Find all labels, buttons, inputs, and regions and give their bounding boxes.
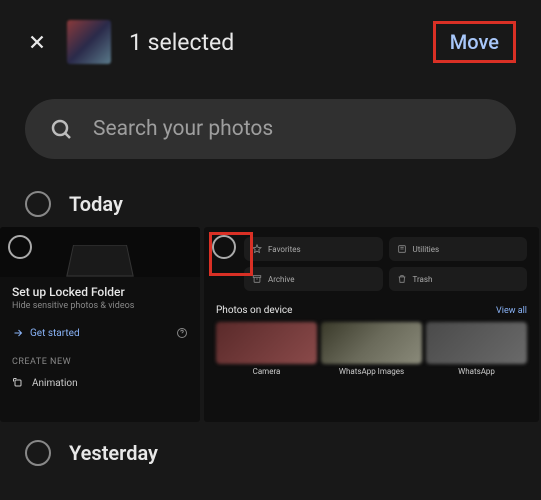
card-subtitle: Hide sensitive photos & videos	[0, 301, 200, 321]
chip-archive: Archive	[244, 267, 383, 291]
select-circle-icon[interactable]	[8, 235, 32, 259]
move-button[interactable]: Move	[433, 21, 516, 63]
search-bar[interactable]: Search your photos	[25, 99, 516, 159]
search-icon	[49, 117, 73, 141]
album-thumbnail	[426, 322, 527, 364]
animation-icon	[12, 377, 24, 389]
top-bar: 1 selected Move	[0, 0, 541, 79]
chip-utilities: Utilities	[389, 237, 528, 261]
close-icon	[26, 31, 48, 53]
select-circle-icon[interactable]	[212, 235, 236, 259]
device-album-whatsapp-images: WhatsApp Images	[321, 322, 422, 376]
photo-item-2[interactable]: Favorites Utilities Archive Trash Photos…	[204, 227, 539, 422]
select-all-circle-icon[interactable]	[25, 440, 51, 466]
star-icon	[252, 244, 262, 254]
today-thumbnails: Set up Locked Folder Hide sensitive phot…	[0, 227, 541, 422]
close-button[interactable]	[25, 30, 49, 54]
section-title-today: Today	[69, 192, 123, 216]
card-title: Set up Locked Folder	[0, 277, 200, 301]
selected-count-text: 1 selected	[129, 29, 415, 56]
archive-icon	[252, 274, 262, 284]
trash-icon	[397, 274, 407, 284]
utilities-icon	[397, 244, 407, 254]
search-placeholder: Search your photos	[93, 117, 273, 141]
chip-trash: Trash	[389, 267, 528, 291]
device-album-whatsapp: WhatsApp	[426, 322, 527, 376]
menu-animation: Animation	[0, 373, 200, 393]
help-icon	[176, 327, 188, 339]
select-all-circle-icon[interactable]	[25, 191, 51, 217]
folder-icon	[66, 245, 134, 277]
album-thumbnail	[321, 322, 422, 364]
chip-favorites: Favorites	[244, 237, 383, 261]
section-today[interactable]: Today	[0, 179, 541, 227]
photo-item-1[interactable]: Set up Locked Folder Hide sensitive phot…	[0, 227, 200, 422]
section-yesterday[interactable]: Yesterday	[0, 422, 541, 476]
arrow-right-icon	[12, 327, 24, 339]
create-new-header: CREATE NEW	[0, 345, 200, 373]
view-all-link: View all	[496, 306, 527, 316]
selected-thumbnail	[67, 20, 111, 64]
device-album-camera: Camera	[216, 322, 317, 376]
get-started-link: Get started	[12, 327, 80, 339]
album-thumbnail	[216, 322, 317, 364]
section-title-yesterday: Yesterday	[69, 441, 158, 465]
photos-on-device-header: Photos on device	[216, 305, 292, 316]
